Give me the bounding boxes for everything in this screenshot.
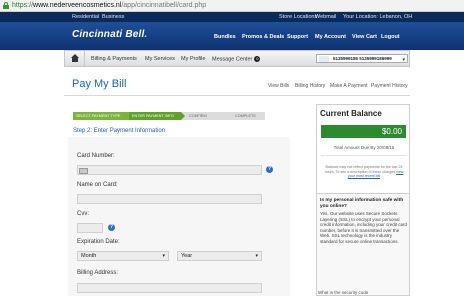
name-on-card-label: Name on Card: bbox=[77, 182, 118, 188]
subnav-billing-payments[interactable]: Billing & Payments bbox=[91, 56, 137, 62]
link-make-payment[interactable]: Make A Payment bbox=[330, 83, 368, 89]
utility-nav: Residential Business Store Locations Web… bbox=[0, 12, 464, 22]
payment-progress: SELECT PAYMENT TYPE ENTER PAYMENT INFO C… bbox=[73, 112, 265, 120]
divider bbox=[321, 155, 406, 156]
url-text[interactable]: https://www.nederveencosmetics.nl/app/ci… bbox=[12, 0, 206, 12]
nav-logout[interactable]: Logout bbox=[381, 34, 400, 40]
nav-business[interactable]: Business bbox=[102, 12, 124, 22]
subnav-message-center[interactable]: Message Center 0 bbox=[212, 56, 261, 62]
nav-bundles[interactable]: Bundles bbox=[214, 34, 236, 40]
name-on-card-input[interactable] bbox=[77, 194, 262, 204]
link-view-bills[interactable]: View Bills bbox=[268, 83, 289, 89]
nav-promos[interactable]: Promos & Deals bbox=[242, 34, 284, 40]
chevron-down-icon: ▾ bbox=[402, 57, 405, 63]
faq-answer: Yes. Our website uses Secure Sockets Lay… bbox=[320, 211, 408, 244]
lock-icon bbox=[3, 2, 9, 9]
page-title: Pay My Bill bbox=[72, 78, 127, 90]
message-count-badge: 0 bbox=[254, 56, 261, 62]
faq-question-2: What is the security code bbox=[318, 290, 369, 295]
credit-card-icon bbox=[79, 168, 88, 174]
browser-address-bar[interactable]: https://www.nederveencosmetics.nl/app/ci… bbox=[0, 0, 464, 12]
divider bbox=[84, 51, 85, 66]
security-faq-panel: Is my personal information safe with you… bbox=[316, 194, 410, 296]
page-header: Pay My Bill View Bills Billing History M… bbox=[64, 68, 410, 96]
billing-address-input[interactable] bbox=[77, 283, 262, 293]
nav-location[interactable]: Your Location: Lebanon, OH bbox=[343, 12, 412, 22]
cvv-input[interactable] bbox=[77, 223, 103, 233]
progress-label-4: COMPLETE bbox=[235, 114, 256, 118]
nav-support[interactable]: Support bbox=[287, 34, 308, 40]
subnav-my-profile[interactable]: My Profile bbox=[181, 56, 205, 62]
help-icon[interactable]: ? bbox=[108, 224, 115, 231]
chevron-down-icon: ▾ bbox=[255, 253, 258, 259]
chevron-down-icon: ▾ bbox=[162, 253, 165, 259]
link-billing-history[interactable]: Billing History bbox=[295, 83, 325, 89]
cvv-label: Cvv: bbox=[77, 211, 89, 217]
home-icon[interactable] bbox=[68, 53, 82, 65]
billing-address-label: Billing Address: bbox=[77, 270, 119, 276]
account-icon bbox=[319, 56, 329, 62]
nav-my-account[interactable]: My Account bbox=[315, 34, 346, 40]
account-selector[interactable]: 5135999186 5135999186999 ▾ bbox=[316, 54, 408, 63]
nav-view-cart[interactable]: View Cart bbox=[352, 34, 377, 40]
expiration-label: Expiration Date: bbox=[77, 239, 120, 245]
site-header: Cincinnati Bell. Bundles Promos & Deals … bbox=[0, 22, 464, 50]
brand-logo[interactable]: Cincinnati Bell. bbox=[72, 29, 147, 40]
card-number-label: Card Number: bbox=[77, 153, 115, 159]
progress-label-1: SELECT PAYMENT TYPE bbox=[76, 114, 121, 118]
nav-residential[interactable]: Residential bbox=[72, 12, 99, 22]
year-select[interactable]: Year ▾ bbox=[177, 251, 262, 261]
link-payment-history[interactable]: Payment History bbox=[371, 83, 408, 89]
progress-label-2: ENTER PAYMENT INFO bbox=[132, 114, 174, 118]
balance-amount: $0.00 bbox=[321, 125, 406, 138]
nav-store-locations[interactable]: Store Locations bbox=[279, 12, 317, 22]
balance-due-date: Total Amount Due By 20/08/15 bbox=[333, 145, 395, 150]
balance-note: Balance may not reflect payments for the… bbox=[324, 165, 404, 179]
account-subnav: Billing & Payments My Services My Profil… bbox=[64, 50, 410, 67]
help-icon[interactable]: ? bbox=[266, 166, 273, 173]
balance-heading: Current Balance bbox=[320, 109, 382, 118]
nav-webmail[interactable]: Webmail bbox=[315, 12, 336, 22]
month-select[interactable]: Month ▾ bbox=[77, 251, 169, 261]
progress-label-3: CONFIRM bbox=[189, 114, 207, 118]
subnav-my-services[interactable]: My Services bbox=[145, 56, 175, 62]
current-balance-panel: Current Balance $0.00 Total Amount Due B… bbox=[316, 104, 410, 194]
card-number-input[interactable] bbox=[77, 165, 262, 175]
step-heading: Step 2: Enter Payment Information bbox=[73, 128, 166, 134]
faq-question: Is my personal information safe with you… bbox=[320, 198, 404, 209]
